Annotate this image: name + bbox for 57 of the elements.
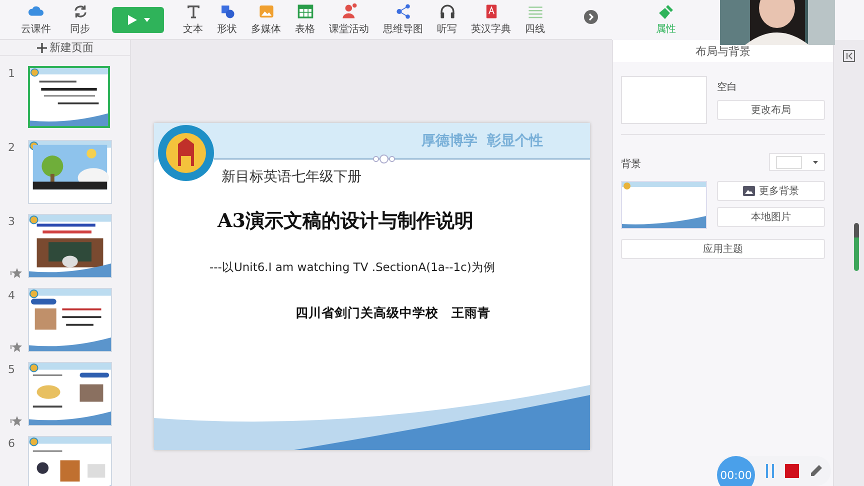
- toolbar-button[interactable]: 英汉字典: [464, 3, 518, 36]
- play-icon: [126, 14, 138, 26]
- more-backgrounds-button[interactable]: 更多背景: [717, 181, 825, 201]
- motto-text: 厚德博学 彰显个性: [422, 132, 544, 150]
- new-page-button[interactable]: 新建页面: [0, 40, 130, 56]
- pen-icon[interactable]: [809, 464, 823, 478]
- slide-number: 2: [8, 140, 16, 156]
- toolbar-button[interactable]: 思维导图: [376, 3, 430, 36]
- toolbar-button[interactable]: 听写: [430, 3, 464, 36]
- brush-icon: [658, 4, 674, 20]
- play-button[interactable]: [112, 6, 164, 32]
- text-icon: [184, 3, 202, 20]
- school-emblem-icon: [156, 124, 214, 182]
- toolbar-button[interactable]: 四线: [518, 3, 552, 36]
- course-text: 新目标英语七年级下册: [222, 168, 362, 186]
- caret-icon: [144, 18, 150, 22]
- background-label: 背景: [621, 158, 641, 171]
- image-icon: [258, 3, 274, 20]
- slide-number: 3: [8, 214, 16, 230]
- slide-thumbnail[interactable]: [28, 66, 110, 128]
- mind-map-icon: [394, 3, 412, 20]
- slide-thumbnail[interactable]: [28, 214, 112, 278]
- person-icon: [340, 3, 358, 20]
- headphones-icon: [438, 3, 456, 20]
- color-dropdown[interactable]: [769, 153, 825, 171]
- image-icon: [743, 186, 755, 196]
- shapes-icon: [218, 3, 236, 20]
- slide-number: 4: [8, 288, 16, 304]
- local-image-button[interactable]: 本地图片: [717, 207, 825, 227]
- slide-title: A3演示文稿的设计与制作说明: [218, 209, 474, 234]
- slide-thumbnail[interactable]: [28, 436, 112, 486]
- pause-icon[interactable]: [765, 462, 775, 480]
- apply-theme-button[interactable]: 应用主题: [621, 239, 825, 259]
- toolbar-button[interactable]: 多媒体: [244, 3, 288, 36]
- layout-name: 空白: [717, 80, 738, 94]
- table-icon: [296, 3, 314, 20]
- slide-number: 5: [8, 362, 16, 378]
- caret-icon: [813, 160, 818, 164]
- slide-subtitle: ---以Unit6.I am watching TV .SectionA(1a--1c)为例: [210, 260, 496, 275]
- background-thumbnail[interactable]: [621, 181, 707, 229]
- change-layout-button[interactable]: 更改布局: [717, 100, 825, 120]
- sync-icon: [72, 3, 88, 20]
- collapse-panel-icon[interactable]: [842, 50, 854, 62]
- toolbar-button[interactable]: 文本: [176, 3, 210, 36]
- toolbar-button[interactable]: 课堂活动: [322, 3, 376, 36]
- slide-number: 6: [8, 436, 16, 452]
- slide-thumbnail[interactable]: [28, 362, 112, 426]
- slide-number: 1: [8, 66, 16, 82]
- toolbar-button[interactable]: 形状: [210, 3, 244, 36]
- scrollbar[interactable]: [854, 223, 859, 271]
- slide-thumbnail[interactable]: [28, 140, 112, 204]
- toolbar-button[interactable]: 同步: [58, 3, 102, 36]
- slide-thumbnail[interactable]: [28, 288, 112, 352]
- author-text: 四川省剑门关高级中学校 王雨青: [296, 305, 490, 322]
- toolbar-button[interactable]: 云课件: [14, 3, 58, 36]
- plus-icon: [36, 42, 46, 52]
- toolbar-button[interactable]: 表格: [288, 3, 322, 36]
